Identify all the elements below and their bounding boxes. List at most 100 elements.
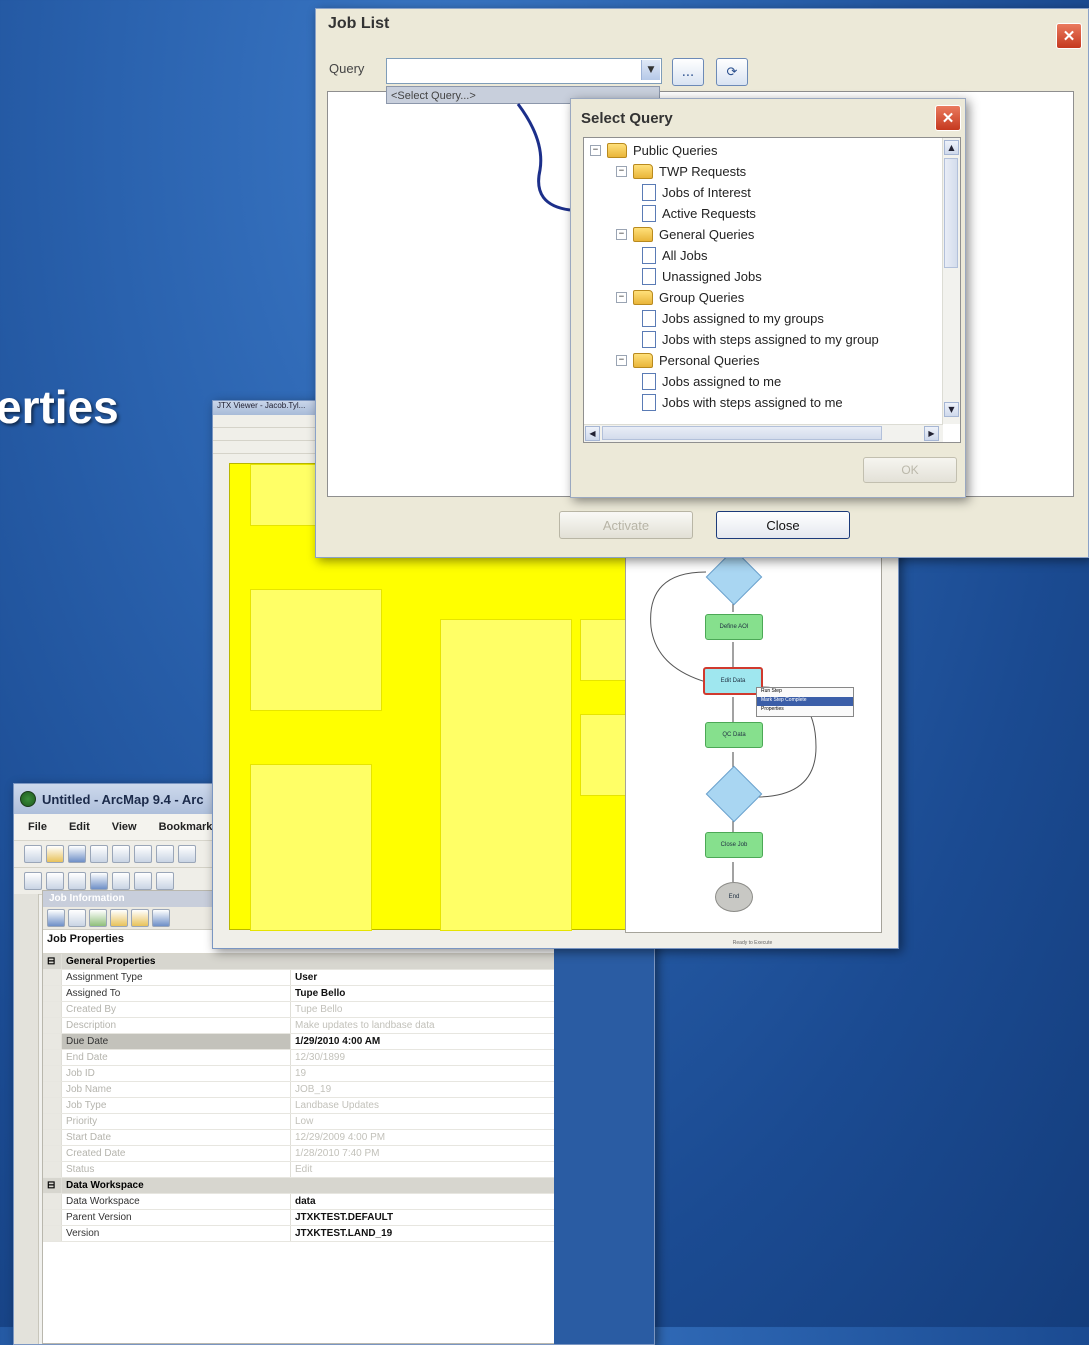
property-row[interactable]: Job ID 19 [43,1065,555,1082]
refresh-icon[interactable]: ⟳ [716,58,748,86]
tree-horizontal-scrollbar[interactable]: ◀ ▶ [584,424,943,442]
property-row[interactable]: Job Name JOB_19 [43,1081,555,1098]
property-row[interactable]: Description Make updates to landbase data [43,1017,555,1034]
context-item-run[interactable]: Run Step [757,688,853,697]
tree-folder-node[interactable]: − Public Queries [590,140,718,161]
workflow-step-start[interactable] [705,548,763,606]
property-value[interactable]: Landbase Updates [290,1097,555,1114]
menu-edit[interactable]: Edit [69,821,90,833]
workflow-step[interactable]: Define AOI [705,614,763,640]
tree-query-node[interactable]: Jobs of Interest [642,182,751,203]
property-row[interactable]: Priority Low [43,1113,555,1130]
tree-query-node[interactable]: Jobs with steps assigned to me [642,392,843,413]
property-row[interactable]: Status Edit [43,1161,555,1178]
scroll-down-icon[interactable]: ▼ [944,402,959,417]
ok-button[interactable]: OK [863,457,957,483]
tree-vertical-thumb[interactable] [944,158,958,268]
property-value[interactable]: 12/29/2009 4:00 PM [290,1129,555,1146]
tree-vertical-scrollbar[interactable]: ▲ ▼ [942,138,960,424]
property-row[interactable]: Assignment Type User [43,969,555,986]
tree-expander-icon[interactable]: − [616,355,627,366]
tree-query-node[interactable]: All Jobs [642,245,708,266]
property-value[interactable]: 19 [290,1065,555,1082]
property-value[interactable]: Edit [290,1161,555,1178]
property-row[interactable]: Version JTXKTEST.LAND_19 [43,1225,555,1242]
property-row[interactable]: Created By Tupe Bello [43,1001,555,1018]
job-doc-icon[interactable] [68,909,86,927]
workflow-decision[interactable] [705,765,763,823]
new-icon[interactable] [24,845,42,863]
workflow-step-current[interactable]: Edit Data [703,667,763,695]
tree-folder-node[interactable]: − TWP Requests [616,161,746,182]
property-section[interactable]: ⊟ Data Workspace [43,1177,555,1194]
tree-query-node[interactable]: Jobs with steps assigned to my group [642,329,879,350]
collapse-icon[interactable]: ⊟ [43,954,62,970]
save-icon[interactable] [68,845,86,863]
zoom-in-icon[interactable] [24,872,42,890]
copy-icon[interactable] [134,845,152,863]
context-item-properties[interactable]: Properties [757,706,853,715]
property-value[interactable]: User [290,969,555,986]
query-select[interactable]: ▼ [386,58,662,84]
property-row[interactable]: Data Workspace data [43,1193,555,1210]
tree-query-node[interactable]: Unassigned Jobs [642,266,762,287]
job-folder-icon[interactable] [110,909,128,927]
workflow-diagram[interactable]: Define AOI Edit Data Run Step Mark Step … [625,548,882,933]
tree-folder-node[interactable]: − Personal Queries [616,350,759,371]
tree-folder-node[interactable]: − Group Queries [616,287,744,308]
cut-icon[interactable] [112,845,130,863]
job-edit-icon[interactable] [89,909,107,927]
open-icon[interactable] [46,845,64,863]
job-list-close-icon[interactable]: ✕ [1056,23,1082,49]
property-value[interactable]: 1/29/2010 4:00 AM [290,1033,555,1050]
paste-icon[interactable] [156,845,174,863]
property-row[interactable]: Parent Version JTXKTEST.DEFAULT [43,1209,555,1226]
property-value[interactable]: Low [290,1113,555,1130]
delete-icon[interactable] [178,845,196,863]
menu-view[interactable]: View [112,821,137,833]
tree-query-node[interactable]: Jobs assigned to me [642,371,781,392]
back-icon[interactable] [156,872,174,890]
job-history-icon[interactable] [152,909,170,927]
tree-query-node[interactable]: Active Requests [642,203,756,224]
property-row[interactable]: Assigned To Tupe Bello [43,985,555,1002]
property-value[interactable]: Tupe Bello [290,1001,555,1018]
workflow-step[interactable]: Close Job [705,832,763,858]
fixed-zoom-in-icon[interactable] [112,872,130,890]
tree-query-node[interactable]: Jobs assigned to my groups [642,308,824,329]
side-strip-tab[interactable] [20,914,30,917]
property-value[interactable]: JTXKTEST.LAND_19 [290,1225,555,1242]
property-value[interactable]: Tupe Bello [290,985,555,1002]
tree-expander-icon[interactable]: − [616,229,627,240]
print-icon[interactable] [90,845,108,863]
property-value[interactable]: Make updates to landbase data [290,1017,555,1034]
fixed-zoom-out-icon[interactable] [134,872,152,890]
property-value[interactable]: JTXKTEST.DEFAULT [290,1209,555,1226]
zoom-out-icon[interactable] [46,872,64,890]
menu-bookmarks[interactable]: Bookmarks [159,821,219,833]
tree-expander-icon[interactable]: − [590,145,601,156]
browse-query-button[interactable]: ... [672,58,704,86]
property-row[interactable]: Start Date 12/29/2009 4:00 PM [43,1129,555,1146]
property-value[interactable]: 12/30/1899 [290,1049,555,1066]
chevron-down-icon[interactable]: ▼ [641,60,660,80]
property-value[interactable]: data [290,1193,555,1210]
tree-horizontal-thumb[interactable] [602,426,882,440]
property-row[interactable]: Created Date 1/28/2010 7:40 PM [43,1145,555,1162]
job-tool-icon[interactable] [47,909,65,927]
scroll-left-icon[interactable]: ◀ [585,426,600,441]
property-row[interactable]: Job Type Landbase Updates [43,1097,555,1114]
tree-folder-node[interactable]: − General Queries [616,224,754,245]
property-row[interactable]: End Date 12/30/1899 [43,1049,555,1066]
tree-expander-icon[interactable]: − [616,292,627,303]
query-tree[interactable]: ▲ ▼ ◀ ▶ − Public Queries − TWP Requests Jobs… [583,137,961,443]
context-item-complete[interactable]: Mark Step Complete [757,697,853,706]
menu-file[interactable]: File [28,821,47,833]
select-query-close-icon[interactable]: ✕ [935,105,961,131]
property-value[interactable]: JOB_19 [290,1081,555,1098]
collapse-icon[interactable]: ⊟ [43,1177,62,1194]
property-section[interactable]: ⊟ General Properties [43,954,555,970]
property-row[interactable]: Due Date 1/29/2010 4:00 AM [43,1033,555,1050]
workflow-end[interactable]: End [715,882,753,912]
job-notes-icon[interactable] [131,909,149,927]
